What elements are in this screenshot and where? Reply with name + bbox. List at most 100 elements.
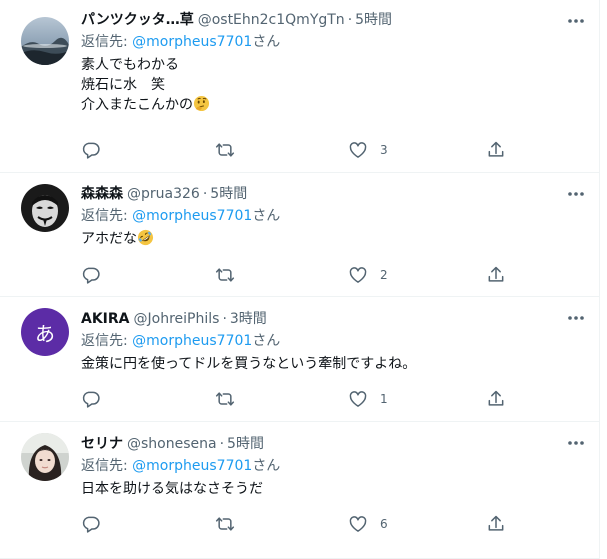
tweet-line: 金策に円を使ってドルを買うなという牽制ですよね。 [81,356,417,372]
tweet-line: 介入またこんかの [81,97,193,113]
like-count: 3 [380,143,388,157]
action-bar: 3 [81,138,511,162]
tweet-text: 素人でもわかる 焼石に水 笑 介入またこんかの [81,55,588,115]
replying-label: 返信先: [81,333,133,349]
thinking-face-icon [193,95,210,112]
share-icon [488,141,504,157]
reply-icon [82,267,100,284]
like-icon [349,267,367,283]
like-count: 6 [380,517,388,531]
retweet-icon [215,392,235,406]
tweet-text: 金策に円を使ってドルを買うなという牽制ですよね。 [81,354,588,374]
retweet-icon [215,517,235,531]
replying-label: 返信先: [81,34,133,50]
mention-link[interactable]: @morpheus7701 [132,208,252,224]
display-name[interactable]: セリナ [81,434,123,454]
avatar[interactable] [21,17,69,65]
mention-link[interactable]: @morpheus7701 [132,458,252,474]
like-count: 2 [380,268,388,282]
share-icon [488,266,504,282]
reply-button[interactable] [81,263,101,287]
reply-icon [82,391,100,408]
more-options-button[interactable] [566,11,586,31]
reply-tweet[interactable]: あ AKIRA @JohreiPhils · 3時間 返信先: @morpheu… [0,297,600,422]
retweet-button[interactable] [215,263,235,287]
user-handle[interactable]: @ostEhn2c1QmYgTn [198,10,345,30]
replying-suffix: さん [252,458,281,474]
share-button[interactable] [486,387,506,411]
replying-to: 返信先: @morpheus7701さん [81,456,588,476]
timestamp[interactable]: 5時間 [227,434,264,454]
share-button[interactable] [486,263,506,287]
reply-button[interactable] [81,387,101,411]
share-button[interactable] [486,512,506,536]
timestamp[interactable]: 5時間 [210,184,247,204]
retweet-button[interactable] [215,138,235,162]
more-icon [568,19,584,23]
reply-tweet[interactable]: 森森森 @prua326 · 5時間 返信先: @morpheus7701さん … [0,173,600,297]
separator-dot: · [347,12,353,28]
like-button[interactable]: 1 [348,387,388,411]
tweet-line: 素人でもわかる [81,57,179,73]
action-bar: 6 [81,512,511,536]
avatar-letter: あ [35,321,55,346]
timestamp[interactable]: 5時間 [355,10,392,30]
display-name[interactable]: パンツクッタ…草 [81,10,194,30]
share-button[interactable] [486,138,506,162]
tweet-text: 日本を助ける気はなさそうだ [81,479,588,499]
tweet-line: 日本を助ける気はなさそうだ [81,481,263,497]
retweet-icon [215,268,235,282]
replying-suffix: さん [252,208,281,224]
user-handle[interactable]: @shonesena [127,434,217,454]
reply-icon [82,516,100,533]
avatar[interactable] [21,184,69,232]
share-icon [488,515,504,531]
mention-link[interactable]: @morpheus7701 [132,34,252,50]
like-icon [349,391,367,407]
retweet-button[interactable] [215,512,235,536]
replying-to: 返信先: @morpheus7701さん [81,206,588,226]
more-options-button[interactable] [566,433,586,453]
tweet-text: アホだな [81,229,588,249]
more-icon [568,192,584,196]
replying-suffix: さん [252,34,281,50]
more-options-button[interactable] [566,308,586,328]
replying-suffix: さん [252,333,281,349]
mention-link[interactable]: @morpheus7701 [132,333,252,349]
like-button[interactable]: 2 [348,263,388,287]
reply-tweet[interactable]: セリナ @shonesena · 5時間 返信先: @morpheus7701さ… [0,422,600,559]
rolling-on-floor-laughing-icon [137,229,154,246]
reply-button[interactable] [81,512,101,536]
user-handle[interactable]: @prua326 [127,184,200,204]
action-bar: 2 [81,263,511,287]
more-icon [568,316,584,320]
like-button[interactable]: 3 [348,138,388,162]
avatar[interactable] [21,433,69,481]
reply-tweet[interactable]: パンツクッタ…草 @ostEhn2c1QmYgTn · 5時間 返信先: @mo… [0,0,600,173]
more-icon [568,441,584,445]
replying-label: 返信先: [81,458,133,474]
like-button[interactable]: 6 [348,512,388,536]
replying-label: 返信先: [81,208,133,224]
reply-button[interactable] [81,138,101,162]
more-options-button[interactable] [566,184,586,204]
action-bar: 1 [81,387,511,411]
tweet-line: 焼石に水 笑 [81,77,165,93]
like-count: 1 [380,392,388,406]
retweet-button[interactable] [215,387,235,411]
user-handle[interactable]: @JohreiPhils [134,309,220,329]
replying-to: 返信先: @morpheus7701さん [81,331,588,351]
replying-to: 返信先: @morpheus7701さん [81,32,588,52]
display-name[interactable]: AKIRA [81,309,130,329]
separator-dot: · [222,311,227,327]
retweet-icon [215,143,235,157]
like-icon [349,516,367,532]
separator-dot: · [202,186,208,202]
reply-thread: パンツクッタ…草 @ostEhn2c1QmYgTn · 5時間 返信先: @mo… [0,0,600,559]
display-name[interactable]: 森森森 [81,184,123,204]
timestamp[interactable]: 3時間 [230,309,267,329]
avatar[interactable]: あ [21,308,69,356]
share-icon [488,390,504,406]
reply-icon [82,142,100,159]
tweet-line: アホだな [81,231,137,247]
